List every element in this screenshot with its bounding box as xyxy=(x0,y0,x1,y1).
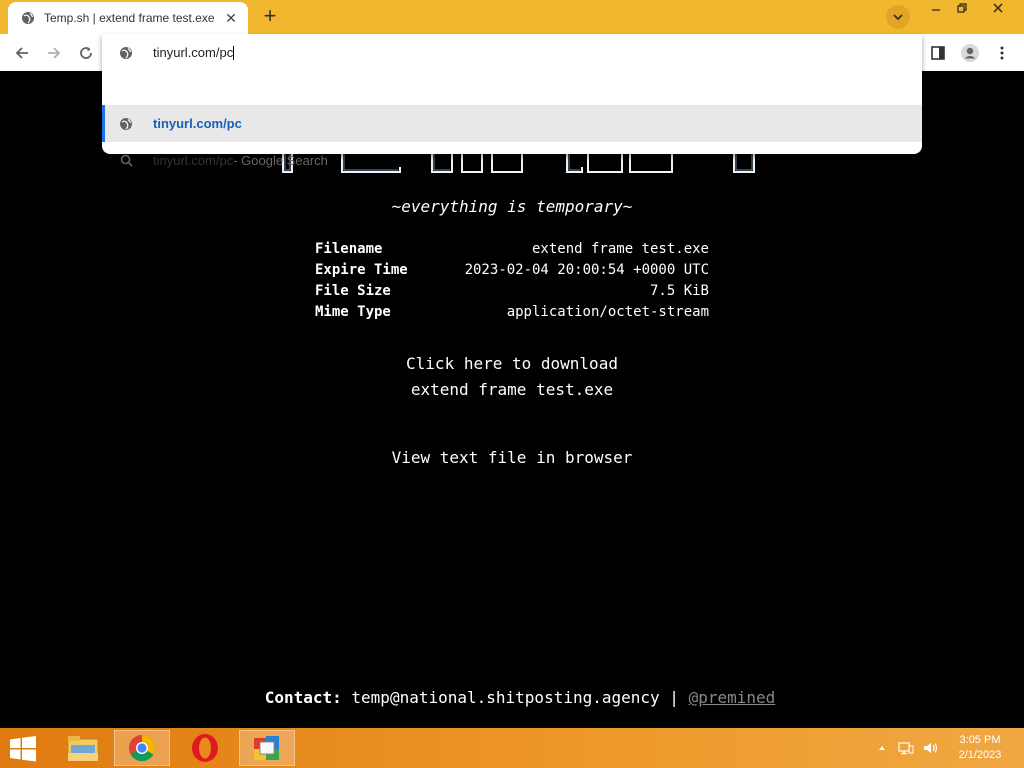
download-link-line1: Click here to download xyxy=(406,354,618,373)
forward-button[interactable] xyxy=(42,41,66,65)
suggestion-item-search[interactable]: tinyurl.com/pc - Google Search xyxy=(102,142,922,178)
close-window-button[interactable] xyxy=(984,2,1012,20)
minimize-button[interactable] xyxy=(922,2,950,20)
suggestion-suffix: - Google Search xyxy=(233,152,328,168)
info-label: Filename xyxy=(315,241,383,257)
restore-icon xyxy=(957,3,967,13)
info-row-expire-time: Expire Time 2023-02-04 20:00:54 +0000 UT… xyxy=(315,260,709,281)
info-value: 2023-02-04 20:00:54 +0000 UTC xyxy=(464,262,709,278)
network-icon[interactable] xyxy=(898,740,914,756)
suggestion-text: tinyurl.com/pc xyxy=(153,116,242,131)
opera-icon xyxy=(192,734,218,762)
windows-taskbar: 3:05 PM 2/1/2023 xyxy=(0,728,1024,768)
info-value: application/octet-stream xyxy=(506,304,709,320)
new-tab-button[interactable]: + xyxy=(258,5,282,28)
close-tab-icon[interactable]: ✕ xyxy=(222,9,240,27)
contact-label: Contact: xyxy=(264,688,342,707)
suggestion-text: tinyurl.com/pc xyxy=(153,152,234,168)
browser-tab[interactable]: Temp.sh | extend frame test.exe ✕ xyxy=(8,2,248,34)
tagline: ~everything is temporary~ xyxy=(391,197,633,216)
omnibox-dropdown: tinyurl.com/pc tinyurl.com/pc tinyurl.co… xyxy=(102,34,922,168)
side-panel-button[interactable] xyxy=(926,41,950,65)
search-icon xyxy=(118,152,134,168)
close-icon xyxy=(993,3,1003,13)
globe-icon xyxy=(118,116,134,132)
download-link[interactable]: Click here to download extend frame test… xyxy=(0,351,1024,403)
taskbar-chrome[interactable] xyxy=(114,730,170,766)
tab-search-button[interactable] xyxy=(886,5,910,29)
clock-date: 2/1/2023 xyxy=(958,749,1002,761)
info-value: extend frame test.exe xyxy=(531,241,709,257)
info-label: Mime Type xyxy=(315,304,391,320)
minimize-icon xyxy=(932,9,940,11)
info-label: File Size xyxy=(315,283,391,299)
more-vertical-icon xyxy=(1000,46,1004,60)
taskbar-file-explorer[interactable] xyxy=(55,730,111,766)
view-text-link[interactable]: View text file in browser xyxy=(0,448,1024,467)
profile-button[interactable] xyxy=(958,41,982,65)
windows-logo-icon xyxy=(10,736,36,762)
info-row-filename: Filename extend frame test.exe xyxy=(315,239,709,260)
restore-button[interactable] xyxy=(948,2,976,20)
side-panel-icon xyxy=(931,46,945,60)
info-label: Expire Time xyxy=(315,262,408,278)
info-row-file-size: File Size 7.5 KiB xyxy=(315,281,709,302)
suggestion-item-url[interactable]: tinyurl.com/pc xyxy=(102,105,922,142)
back-button[interactable] xyxy=(10,41,34,65)
globe-icon xyxy=(118,45,134,61)
clock-time: 3:05 PM xyxy=(959,734,1001,746)
reload-icon xyxy=(80,47,92,59)
chevron-down-icon xyxy=(893,14,903,21)
tab-title: Temp.sh | extend frame test.exe xyxy=(44,11,215,25)
contact-handle-link[interactable]: @premined xyxy=(689,688,776,707)
contact-separator: | xyxy=(669,688,679,707)
folder-icon xyxy=(67,736,99,762)
contact-email[interactable]: temp@national.shitposting.agency xyxy=(351,688,659,707)
arrow-left-icon xyxy=(15,47,28,59)
address-bar[interactable]: tinyurl.com/pc xyxy=(102,34,922,71)
chrome-icon xyxy=(128,734,156,762)
reload-button[interactable] xyxy=(74,41,98,65)
taskbar-opera[interactable] xyxy=(177,730,233,766)
info-row-mime-type: Mime Type application/octet-stream xyxy=(315,302,709,323)
arrow-right-icon xyxy=(48,47,61,59)
text-caret xyxy=(233,46,235,61)
system-clock[interactable]: 3:05 PM 2/1/2023 xyxy=(950,733,1010,763)
address-input[interactable]: tinyurl.com/pc xyxy=(153,45,753,61)
start-button[interactable] xyxy=(8,736,38,762)
menu-button[interactable] xyxy=(990,41,1014,65)
taskbar-app-window[interactable] xyxy=(239,730,295,766)
globe-icon xyxy=(20,10,36,26)
download-link-line2: extend frame test.exe xyxy=(410,380,614,399)
tray-overflow-icon[interactable] xyxy=(874,740,890,756)
contact-footer: Contact: temp@national.shitposting.agenc… xyxy=(0,688,1024,707)
address-input-text: tinyurl.com/pc xyxy=(153,44,234,60)
app-window-icon xyxy=(254,736,279,760)
volume-icon[interactable] xyxy=(922,740,938,756)
file-info-table: Filename extend frame test.exe Expire Ti… xyxy=(315,239,709,323)
info-value: 7.5 KiB xyxy=(649,283,709,299)
tab-strip: Temp.sh | extend frame test.exe ✕ + xyxy=(0,0,1024,34)
profile-icon xyxy=(961,44,979,62)
